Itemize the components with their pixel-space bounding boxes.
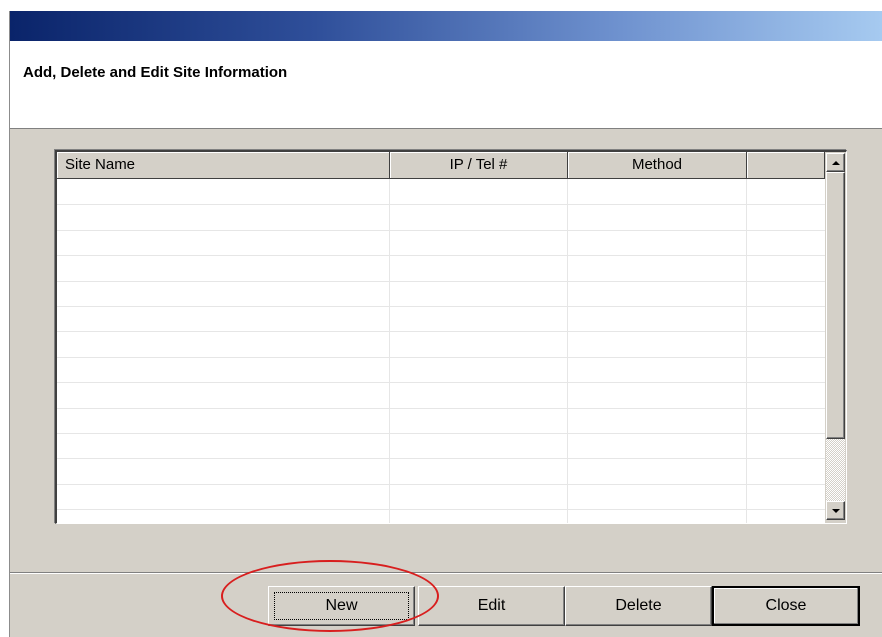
- grid-row-line: [57, 458, 825, 459]
- grid-row-line: [57, 281, 825, 282]
- grid-row-line: [57, 433, 825, 434]
- vertical-scrollbar[interactable]: [825, 152, 846, 523]
- header-panel: Add, Delete and Edit Site Information: [10, 41, 882, 129]
- scroll-thumb[interactable]: [826, 172, 845, 439]
- close-button-label: Close: [765, 597, 807, 614]
- grid-row-line: [57, 230, 825, 231]
- grid-row-line: [57, 331, 825, 332]
- grid-row-line: [57, 204, 825, 205]
- scroll-track[interactable]: [826, 439, 845, 501]
- grid-row-line: [57, 255, 825, 256]
- column-header-site-name[interactable]: Site Name: [57, 152, 390, 179]
- grid-column-line: [567, 179, 568, 523]
- grid-column-line: [746, 179, 747, 523]
- arrow-down-icon: [831, 508, 840, 513]
- edit-button[interactable]: Edit: [418, 586, 565, 626]
- grid-column-line: [389, 179, 390, 523]
- arrow-up-icon: [831, 160, 840, 165]
- footer-separator: [10, 572, 882, 574]
- site-information-dialog: Add, Delete and Edit Site Information Si…: [9, 11, 882, 637]
- column-header-ip-tel[interactable]: IP / Tel #: [390, 152, 568, 179]
- dialog-header-title: Add, Delete and Edit Site Information: [23, 64, 288, 81]
- delete-button-label: Delete: [615, 597, 662, 614]
- grid-row-line: [57, 484, 825, 485]
- grid-row-line: [57, 357, 825, 358]
- column-header-extra[interactable]: [747, 152, 825, 179]
- column-header-method[interactable]: Method: [568, 152, 747, 179]
- list-header: Site Name IP / Tel # Method: [57, 152, 825, 179]
- grid-row-line: [57, 306, 825, 307]
- scroll-up-button[interactable]: [826, 153, 845, 172]
- delete-button[interactable]: Delete: [565, 586, 712, 626]
- grid-row-line: [57, 509, 825, 510]
- new-button[interactable]: New: [268, 586, 415, 626]
- title-bar[interactable]: [10, 11, 882, 41]
- site-list-view[interactable]: Site Name IP / Tel # Method: [55, 150, 847, 524]
- grid-row-line: [57, 382, 825, 383]
- grid-row-line: [57, 408, 825, 409]
- list-grid[interactable]: [57, 179, 825, 523]
- new-button-label: New: [325, 597, 358, 614]
- close-button[interactable]: Close: [712, 586, 860, 626]
- scroll-down-button[interactable]: [826, 501, 845, 520]
- edit-button-label: Edit: [477, 597, 506, 614]
